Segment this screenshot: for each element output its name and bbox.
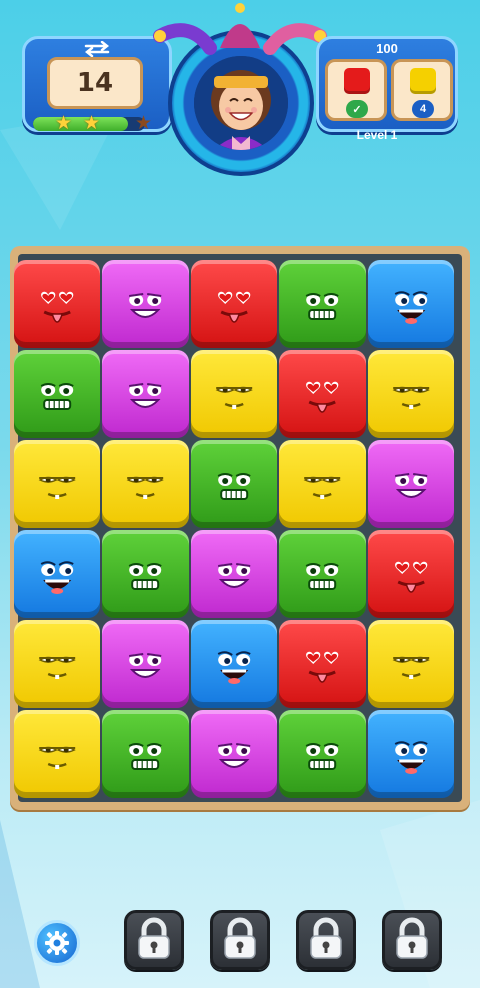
lock-icon (310, 917, 342, 959)
yellow-face-icon (215, 386, 253, 409)
booster-slot-locked[interactable] (124, 910, 184, 970)
red-cube[interactable] (279, 350, 366, 438)
goal-card-red: ✓ (325, 59, 387, 121)
lock-icon (138, 917, 170, 959)
level-label: Level 1 (356, 128, 398, 142)
green-cube[interactable] (279, 530, 366, 618)
goal-status-badge: ✓ (346, 100, 368, 118)
green-face-icon (129, 563, 163, 590)
purple-cube[interactable] (190, 530, 278, 618)
blue-cube[interactable] (367, 710, 454, 798)
booster-slot-locked[interactable] (382, 910, 442, 970)
green-face-icon (305, 293, 339, 320)
yellow-cube[interactable] (102, 440, 189, 528)
jester-girl-avatar-icon (194, 56, 288, 150)
gear-icon (45, 931, 69, 955)
red-face-icon (394, 561, 427, 593)
yellow-face-icon (38, 476, 76, 499)
target-score: 100 (376, 41, 398, 56)
purple-face-icon (129, 293, 162, 318)
red-face-icon (217, 291, 251, 323)
yellow-face-icon (392, 386, 430, 409)
green-face-icon (305, 563, 339, 590)
green-cube[interactable] (14, 350, 101, 438)
blue-face-icon (394, 741, 428, 774)
green-face-icon (217, 473, 251, 500)
green-cube[interactable] (279, 260, 366, 348)
yellow-face-icon (127, 476, 165, 499)
purple-face-icon (394, 473, 427, 498)
green-face-icon (129, 743, 163, 770)
purple-face-icon (217, 563, 251, 588)
yellow-face-icon (38, 656, 76, 679)
green-cube[interactable] (102, 710, 189, 798)
purple-cube[interactable] (102, 260, 189, 348)
yellow-cube[interactable] (190, 350, 278, 438)
booster-slot-locked[interactable] (210, 910, 270, 970)
red-face-icon (306, 381, 339, 413)
yellow-cube[interactable] (279, 440, 366, 528)
goal-card-yellow: 4 (391, 59, 453, 121)
goal-cube-icon (344, 68, 370, 94)
moves-counter: 14 (47, 57, 143, 109)
yellow-cube[interactable] (14, 710, 101, 798)
top-hud: 14 ★ ★ ★ 100 ✓ 4 Level 1 (0, 0, 480, 176)
blue-cube[interactable] (14, 530, 101, 618)
yellow-face-icon (38, 746, 76, 769)
yellow-face-icon (392, 656, 430, 679)
purple-face-icon (217, 743, 251, 768)
progress-star-icon: ★ (55, 113, 73, 134)
target-panel: 100 ✓ 4 (316, 36, 458, 132)
green-cube[interactable] (279, 710, 366, 798)
booster-slot-locked[interactable] (296, 910, 356, 970)
progress-star-icon: ★ (135, 113, 153, 134)
red-cube[interactable] (279, 620, 366, 708)
yellow-cube[interactable] (367, 620, 454, 708)
goal-cube-icon (410, 68, 436, 94)
blue-face-icon (40, 561, 74, 594)
red-face-icon (41, 291, 74, 323)
player-avatar (194, 56, 288, 150)
purple-cube[interactable] (190, 710, 278, 798)
blue-cube[interactable] (190, 620, 278, 708)
green-face-icon (305, 743, 339, 770)
game-board-grid (14, 260, 456, 800)
score-progress-fill (33, 117, 129, 131)
swap-arrows-icon (84, 41, 110, 57)
purple-face-icon (129, 383, 162, 408)
lock-icon (396, 917, 428, 959)
green-face-icon (40, 383, 74, 410)
purple-face-icon (129, 653, 162, 678)
goal-count-badge: 4 (412, 100, 434, 118)
blue-face-icon (217, 651, 251, 684)
purple-cube[interactable] (367, 440, 454, 528)
green-cube[interactable] (190, 440, 278, 528)
blue-cube[interactable] (367, 260, 454, 348)
red-cube[interactable] (190, 260, 278, 348)
yellow-cube[interactable] (367, 350, 454, 438)
jester-hat-icon (153, 3, 327, 55)
yellow-cube[interactable] (14, 440, 101, 528)
progress-star-icon: ★ (83, 113, 101, 134)
yellow-face-icon (303, 476, 341, 499)
purple-cube[interactable] (102, 620, 189, 708)
lock-icon (224, 917, 256, 959)
red-cube[interactable] (14, 260, 101, 348)
purple-cube[interactable] (102, 350, 189, 438)
red-cube[interactable] (367, 530, 454, 618)
green-cube[interactable] (102, 530, 189, 618)
yellow-cube[interactable] (14, 620, 101, 708)
red-face-icon (306, 651, 339, 683)
settings-button[interactable] (34, 920, 80, 966)
blue-face-icon (394, 291, 428, 324)
